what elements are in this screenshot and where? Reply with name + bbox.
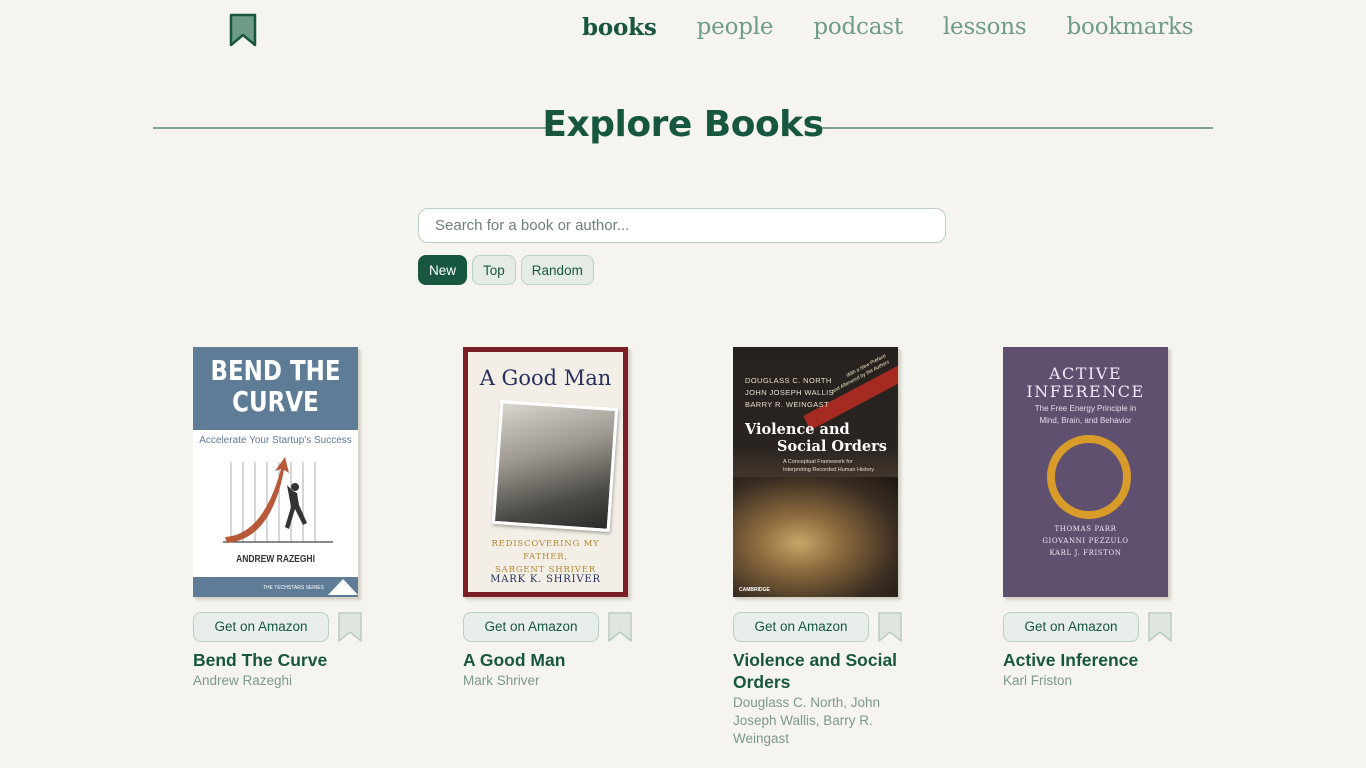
cover-series: THE TECHSTARS SERIES: [263, 585, 324, 591]
main-nav: books people podcast lessons bookmarks: [582, 14, 1194, 41]
cover-photo: [491, 400, 619, 532]
book-card: ACTIVE INFERENCE The Free Energy Princip…: [1003, 347, 1203, 690]
cover-ring-emblem: [1047, 435, 1131, 519]
cover-title: BEND THE CURVE: [210, 354, 341, 418]
filter-random-button[interactable]: Random: [520, 255, 594, 285]
cover-title: A Good Man: [479, 366, 612, 390]
bookmark-icon[interactable]: [338, 612, 362, 642]
nav-podcast[interactable]: podcast: [813, 14, 903, 41]
cover-publisher: CAMBRIDGE: [739, 587, 770, 593]
sort-filters: New Top Random: [418, 255, 594, 285]
book-title[interactable]: Active Inference: [1003, 649, 1173, 671]
book-cover-image[interactable]: BEND THE CURVE Accelerate Your Startup's…: [193, 347, 358, 597]
nav-people[interactable]: people: [697, 14, 774, 41]
bookmark-icon[interactable]: [1148, 612, 1172, 642]
book-cover-image[interactable]: With a New Preface and Afterword by the …: [733, 347, 898, 597]
get-on-amazon-button[interactable]: Get on Amazon: [1003, 612, 1139, 642]
book-title[interactable]: A Good Man: [463, 649, 633, 671]
book-cover-image[interactable]: ACTIVE INFERENCE The Free Energy Princip…: [1003, 347, 1168, 597]
cover-subtitle: REDISCOVERING MY FATHER, SARGENT SHRIVER: [491, 539, 600, 575]
nav-lessons[interactable]: lessons: [943, 14, 1027, 41]
logo-bookmark-icon[interactable]: [229, 13, 257, 47]
book-card: BEND THE CURVE Accelerate Your Startup's…: [193, 347, 393, 690]
cover-author: ANDREW RAZEGHI: [236, 554, 315, 565]
cover-subtitle: A Conceptual Framework for Interpreting …: [783, 459, 875, 473]
cover-subtitle: Accelerate Your Startup's Success: [199, 435, 352, 446]
book-author: Douglass C. North, John Joseph Wallis, B…: [733, 695, 881, 746]
cover-authors: DOUGLASS C. NORTH JOHN JOSEPH WALLIS BAR…: [745, 376, 835, 409]
book-card: With a New Preface and Afterword by the …: [733, 347, 933, 748]
page-title: Explore Books: [542, 104, 824, 145]
cover-authors: THOMAS PARR GIOVANNI PEZZULO KARL J. FRI…: [1042, 525, 1129, 557]
book-author: Andrew Razeghi: [193, 673, 293, 688]
get-on-amazon-button[interactable]: Get on Amazon: [193, 612, 329, 642]
book-cover-image[interactable]: A Good Man REDISCOVERING MY FATHER, SARG…: [463, 347, 628, 597]
book-author: Karl Friston: [1003, 673, 1073, 688]
search-input[interactable]: [418, 208, 946, 243]
cover-painting: [733, 477, 898, 597]
cover-subtitle: The Free Energy Principle in Mind, Brain…: [1034, 404, 1137, 425]
nav-books[interactable]: books: [582, 14, 657, 41]
growth-arrow-illustration: [223, 457, 333, 543]
book-card: A Good Man REDISCOVERING MY FATHER, SARG…: [463, 347, 663, 690]
book-title[interactable]: Violence and Social Orders: [733, 649, 903, 693]
page-header: Explore Books: [153, 100, 1213, 152]
get-on-amazon-button[interactable]: Get on Amazon: [463, 612, 599, 642]
cover-title: Violence and Social Orders: [745, 421, 887, 455]
cover-author: MARK K. SHRIVER: [490, 574, 601, 585]
filter-new-button[interactable]: New: [418, 255, 468, 285]
cover-title: ACTIVE INFERENCE: [1026, 364, 1145, 401]
book-author: Mark Shriver: [463, 673, 540, 688]
nav-bookmarks[interactable]: bookmarks: [1067, 14, 1194, 41]
book-title[interactable]: Bend The Curve: [193, 649, 363, 671]
bookmark-icon[interactable]: [878, 612, 902, 642]
techstars-logo-icon: [328, 579, 358, 595]
bookmark-icon[interactable]: [608, 612, 632, 642]
get-on-amazon-button[interactable]: Get on Amazon: [733, 612, 869, 642]
filter-top-button[interactable]: Top: [472, 255, 516, 285]
